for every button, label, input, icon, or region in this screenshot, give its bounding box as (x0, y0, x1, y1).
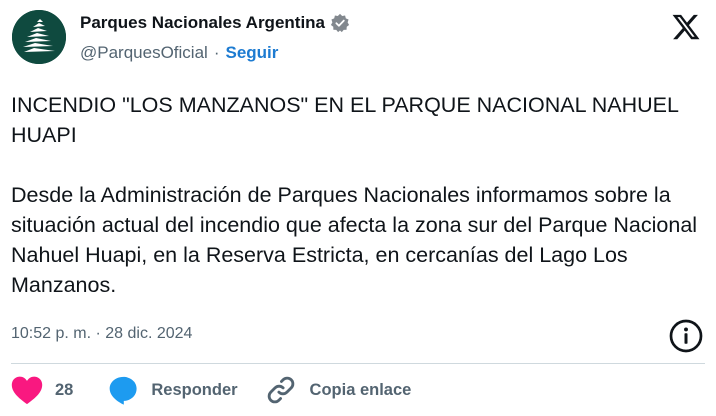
tweet-card: Parques Nacionales Argentina @ParquesOfi… (0, 0, 716, 416)
link-icon (267, 376, 294, 404)
separator-dot: · (213, 43, 220, 62)
action-bar: 28 Responder Copia enlace (11, 371, 411, 409)
like-button[interactable]: 28 (11, 375, 73, 405)
follow-button[interactable]: Seguir (225, 43, 278, 63)
parques-nacionales-logo-icon (12, 10, 66, 64)
display-name[interactable]: Parques Nacionales Argentina (80, 13, 325, 33)
speech-bubble-icon (110, 376, 137, 405)
avatar[interactable] (12, 10, 66, 64)
x-logo-icon[interactable] (670, 12, 702, 42)
heart-icon (11, 376, 43, 405)
like-count: 28 (55, 380, 74, 399)
verified-badge-icon (330, 13, 350, 33)
copy-link-label: Copia enlace (309, 380, 412, 399)
tweet-timestamp[interactable]: 10:52 p. m. · 28 dic. 2024 (11, 325, 192, 343)
divider (11, 363, 705, 364)
tweet-text: INCENDIO "LOS MANZANOS" EN EL PARQUE NAC… (11, 93, 698, 297)
handle[interactable]: @ParquesOficial (80, 43, 208, 63)
info-icon[interactable] (668, 318, 704, 354)
reply-label: Responder (151, 380, 238, 399)
reply-button[interactable]: Responder (107, 374, 238, 406)
handle-row: @ParquesOficial · Seguir (80, 43, 278, 63)
name-row: Parques Nacionales Argentina (80, 13, 350, 33)
copy-link-button[interactable]: Copia enlace (264, 373, 412, 407)
